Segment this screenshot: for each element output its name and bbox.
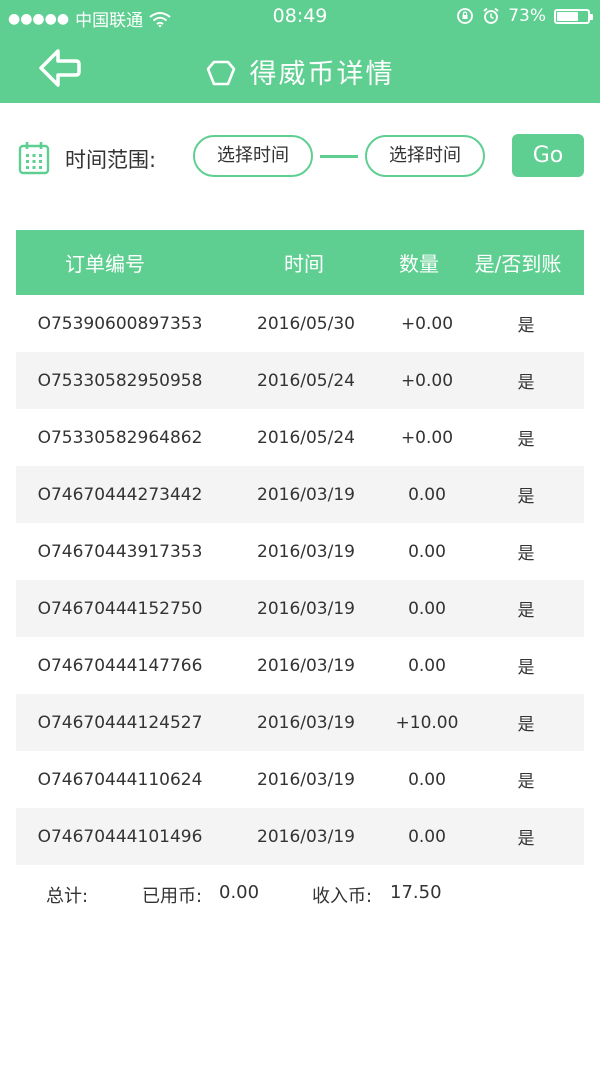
order-status: 是 <box>517 658 535 678</box>
column-header-quantity: 数量 <box>399 252 439 276</box>
order-status: 是 <box>517 601 535 621</box>
time-range-label: 时间范围: <box>65 148 157 172</box>
used-coins-label: 已用币: <box>142 886 203 907</box>
table-row[interactable]: O74670443917353 2016/03/19 0.00 是 <box>16 523 584 580</box>
status-right: 73% <box>456 6 593 26</box>
order-status: 是 <box>517 373 535 393</box>
table-row[interactable]: O75390600897353 2016/05/30 +0.00 是 <box>16 295 584 352</box>
order-number: O75390600897353 <box>37 313 203 334</box>
table-row[interactable]: O74670444273442 2016/03/19 0.00 是 <box>16 466 584 523</box>
battery-percent: 73% <box>508 6 546 26</box>
table-row[interactable]: O74670444147766 2016/03/19 0.00 是 <box>16 637 584 694</box>
order-status: 是 <box>517 487 535 507</box>
calendar-icon <box>18 142 50 175</box>
order-time: 2016/03/19 <box>257 484 355 505</box>
order-quantity: +10.00 <box>395 712 459 733</box>
order-number: O75330582964862 <box>37 427 203 448</box>
table-row[interactable]: O75330582950958 2016/05/24 +0.00 是 <box>16 352 584 409</box>
table-row[interactable]: O74670444152750 2016/03/19 0.00 是 <box>16 580 584 637</box>
table-header: 订单编号 时间 数量 是/否到账 <box>16 230 584 295</box>
coin-detail-table: 订单编号 时间 数量 是/否到账 O75390600897353 2016/05… <box>16 230 584 865</box>
app-header: ●●●●● 中国联通 08:49 73% 得威币详情 <box>0 0 600 103</box>
coin-shield-icon <box>206 60 235 85</box>
order-number: O74670444101496 <box>37 826 203 847</box>
order-time: 2016/05/30 <box>257 313 355 334</box>
income-coins-label: 收入币: <box>312 886 373 907</box>
rotation-lock-icon <box>457 8 474 24</box>
order-number: O74670444124527 <box>37 712 203 733</box>
order-status: 是 <box>517 430 535 450</box>
order-number: O74670444147766 <box>37 655 203 676</box>
order-status: 是 <box>517 772 535 792</box>
order-status: 是 <box>517 829 535 849</box>
order-number: O74670444152750 <box>37 598 203 619</box>
table-body: O75390600897353 2016/05/30 +0.00 是 O7533… <box>16 295 584 865</box>
title-wrap: 得威币详情 <box>0 52 600 91</box>
used-coins-value: 0.00 <box>219 882 260 903</box>
go-button[interactable]: Go <box>512 134 584 177</box>
order-time: 2016/03/19 <box>257 826 355 847</box>
order-quantity: 0.00 <box>408 598 446 619</box>
order-quantity: +0.00 <box>400 313 454 334</box>
totals-summary: 总计: 已用币: 0.00 收入币: 17.50 <box>0 882 600 912</box>
table-row[interactable]: O74670444110624 2016/03/19 0.00 是 <box>16 751 584 808</box>
start-date-picker[interactable]: 选择时间 <box>193 135 313 177</box>
nav-bar: 得威币详情 <box>0 34 600 103</box>
order-number: O74670444273442 <box>37 484 203 505</box>
order-time: 2016/03/19 <box>257 712 355 733</box>
column-header-status: 是/否到账 <box>474 252 562 276</box>
order-time: 2016/03/19 <box>257 541 355 562</box>
order-quantity: 0.00 <box>408 826 446 847</box>
range-separator <box>320 155 358 158</box>
order-status: 是 <box>517 544 535 564</box>
table-row[interactable]: O74670444101496 2016/03/19 0.00 是 <box>16 808 584 865</box>
totals-label: 总计: <box>46 886 89 907</box>
order-time: 2016/05/24 <box>257 370 355 391</box>
order-quantity: 0.00 <box>408 484 446 505</box>
column-header-order: 订单编号 <box>65 252 145 276</box>
order-quantity: 0.00 <box>408 769 446 790</box>
battery-icon <box>554 8 593 24</box>
status-bar: ●●●●● 中国联通 08:49 73% <box>0 0 600 34</box>
time-range-filter: 时间范围: 选择时间 选择时间 Go <box>0 133 600 181</box>
order-status: 是 <box>517 715 535 735</box>
battery-level <box>557 11 579 21</box>
order-quantity: 0.00 <box>408 655 446 676</box>
end-date-picker[interactable]: 选择时间 <box>365 135 485 177</box>
order-time: 2016/05/24 <box>257 427 355 448</box>
page-title: 得威币详情 <box>249 59 395 90</box>
order-number: O74670443917353 <box>37 541 203 562</box>
order-number: O74670444110624 <box>37 769 203 790</box>
order-quantity: +0.00 <box>400 370 454 391</box>
order-quantity: 0.00 <box>408 541 446 562</box>
alarm-icon <box>483 7 499 24</box>
column-header-time: 时间 <box>284 252 324 276</box>
order-quantity: +0.00 <box>400 427 454 448</box>
order-time: 2016/03/19 <box>257 769 355 790</box>
order-time: 2016/03/19 <box>257 598 355 619</box>
income-coins-value: 17.50 <box>390 882 442 903</box>
order-time: 2016/03/19 <box>257 655 355 676</box>
table-row[interactable]: O74670444124527 2016/03/19 +10.00 是 <box>16 694 584 751</box>
order-status: 是 <box>517 316 535 336</box>
order-number: O75330582950958 <box>37 370 203 391</box>
table-row[interactable]: O75330582964862 2016/05/24 +0.00 是 <box>16 409 584 466</box>
